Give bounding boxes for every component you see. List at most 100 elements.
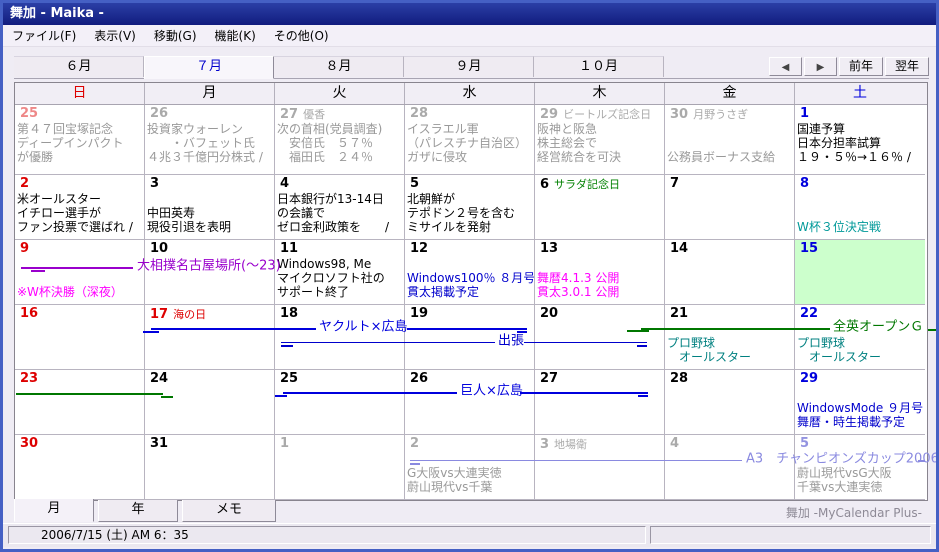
day-number: 1 — [280, 436, 289, 451]
day-cell[interactable]: 12Windows100％ ８月号貫太掲載予定 — [405, 240, 535, 304]
day-cell-header: 10 — [145, 241, 274, 257]
tab-july-selected[interactable]: ７月 — [144, 56, 274, 79]
day-cell[interactable]: 8W杯３位決定戦 — [795, 175, 925, 239]
tab-august[interactable]: ８月 — [274, 56, 404, 77]
day-number: 16 — [20, 306, 38, 321]
event-text: ファン投票で選ばれ / — [15, 220, 144, 234]
day-cell-header: 26 — [145, 106, 274, 122]
event-text: 日本分担率試算 — [795, 136, 925, 150]
day-cell[interactable]: 2G大阪vs大連実徳蔚山現代vs千葉 — [405, 435, 535, 499]
day-cell[interactable]: 2米オールスターイチロー選手がファン投票で選ばれ / — [15, 175, 145, 239]
day-cell[interactable]: 15 — [795, 240, 925, 304]
menu-function[interactable]: 機能(K) — [206, 25, 265, 46]
day-cell[interactable]: 7 — [665, 175, 795, 239]
day-cell[interactable]: 5北朝鮮がテポドン２号を含むミサイルを発射 — [405, 175, 535, 239]
menu-view[interactable]: 表示(V) — [85, 25, 145, 46]
day-cell[interactable]: 23 — [15, 370, 145, 434]
tab-october[interactable]: １０月 — [534, 56, 664, 77]
event-text: 福田氏 ２４％ — [275, 150, 404, 164]
day-cell[interactable]: 16 — [15, 305, 145, 369]
day-cell[interactable]: 27 — [535, 370, 665, 434]
day-cell-header: 27 — [535, 371, 664, 387]
event-text: 蔚山現代vs千葉 — [405, 480, 534, 494]
menu-bar: ファイル(F) 表示(V) 移動(G) 機能(K) その他(O) — [3, 25, 936, 47]
tab-september[interactable]: ９月 — [404, 56, 534, 77]
day-cell[interactable]: 31 — [145, 435, 275, 499]
day-cell[interactable]: 29WindowsMode ９月号舞暦・時生掲載予定 — [795, 370, 925, 434]
event-span-line — [281, 342, 495, 343]
day-cell[interactable]: 4 — [665, 435, 795, 499]
day-cell[interactable]: 5蔚山現代vsG大阪千葉vs大連実徳 — [795, 435, 925, 499]
day-cell[interactable]: 28 — [665, 370, 795, 434]
day-cell[interactable]: 11Windows98, Meマイクロソフト社のサポート終了 — [275, 240, 405, 304]
menu-others[interactable]: その他(O) — [265, 25, 338, 46]
event-text: ガザに侵攻 — [405, 150, 534, 164]
day-cell[interactable]: 4日本銀行が13-14日の会議でゼロ金利政策を / — [275, 175, 405, 239]
day-number: 8 — [800, 176, 809, 191]
day-number: 9 — [20, 241, 29, 256]
day-cell[interactable]: 26投資家ウォーレン ・バフェット氏４兆３千億円分株式 / — [145, 105, 275, 174]
prev-year-button[interactable]: 前年 — [839, 57, 883, 76]
event-text: 公務員ボーナス支給 — [665, 150, 794, 164]
day-cell[interactable]: 26 — [405, 370, 535, 434]
event-text: 日本銀行が13-14日 — [275, 192, 404, 206]
tab-month-view[interactable]: 月 — [14, 499, 94, 522]
month-tab-row: ６月 ７月 ８月 ９月 １０月 ◀ ▶ 前年 翌年 — [14, 56, 929, 79]
tab-june[interactable]: ６月 — [14, 56, 144, 77]
day-cell-header: 23 — [15, 371, 144, 387]
day-cell-header: 3地場衛 — [535, 436, 664, 452]
day-cell[interactable]: 21プロ野球 オールスター — [665, 305, 795, 369]
day-cell[interactable]: 30 — [15, 435, 145, 499]
day-cell[interactable]: 13舞暦4.1.3 公開貫太3.0.1 公開 — [535, 240, 665, 304]
day-number: 15 — [800, 241, 818, 256]
event-text: 舞暦・時生掲載予定 — [795, 415, 925, 429]
day-cell[interactable]: 3地場衛 — [535, 435, 665, 499]
day-cell[interactable]: 17海の日 — [145, 305, 275, 369]
next-year-button[interactable]: 翌年 — [885, 57, 929, 76]
day-number: 20 — [540, 306, 558, 321]
title-bar[interactable]: 舞加 - Maika - — [3, 3, 936, 25]
day-cell[interactable]: 22プロ野球 オールスター — [795, 305, 925, 369]
day-cell[interactable]: 18 — [275, 305, 405, 369]
event-span-line — [520, 392, 648, 394]
day-number: 31 — [150, 436, 168, 451]
day-cell[interactable]: 1国連予算日本分担率試算１９・５％→１６％ / — [795, 105, 925, 174]
event-text — [665, 122, 794, 136]
day-cell[interactable]: 3中田英寿現役引退を表明 — [145, 175, 275, 239]
day-cell[interactable]: 20 — [535, 305, 665, 369]
tab-memo-view[interactable]: メモ — [182, 500, 276, 522]
day-number: 5 — [800, 436, 809, 451]
day-cell-header: 1 — [275, 436, 404, 452]
day-cell[interactable]: 29ビートルズ記念日阪神と阪急株主総会で経営統合を可決 — [535, 105, 665, 174]
day-cell[interactable]: 1 — [275, 435, 405, 499]
menu-move[interactable]: 移動(G) — [145, 25, 206, 46]
calendar-week-row: 25第４７回宝塚記念ディープインパクトが優勝26投資家ウォーレン ・バフェット氏… — [15, 105, 925, 175]
window-title: 舞加 - Maika - — [10, 6, 104, 21]
day-cell[interactable]: 28イスラエル軍（パレスチナ自治区）ガザに侵攻 — [405, 105, 535, 174]
app-brand-text: 舞加 -MyCalendar Plus- — [786, 504, 922, 521]
weekday-header-cell: 土 — [795, 83, 925, 104]
event-text — [405, 452, 534, 466]
day-cell[interactable]: 9※W杯決勝（深夜） — [15, 240, 145, 304]
status-bar: 2006/7/15 (土) AM 6：35 — [3, 523, 936, 547]
day-number: 21 — [670, 306, 688, 321]
event-span-tick — [627, 330, 649, 332]
menu-file[interactable]: ファイル(F) — [3, 25, 85, 46]
day-cell[interactable]: 25 — [275, 370, 405, 434]
day-cell-header: 12 — [405, 241, 534, 257]
event-text: 安倍氏 ５７％ — [275, 136, 404, 150]
day-cell[interactable]: 30月野うさぎ公務員ボーナス支給 — [665, 105, 795, 174]
day-cell-header: 25 — [275, 371, 404, 387]
event-text: 現役引退を表明 — [145, 220, 274, 234]
tab-year-view[interactable]: 年 — [98, 500, 178, 522]
day-cell[interactable]: 14 — [665, 240, 795, 304]
day-cell[interactable]: 27優香次の首相(党員調査) 安倍氏 ５７％ 福田氏 ２４％ — [275, 105, 405, 174]
weekday-header-cell: 木 — [535, 83, 665, 104]
day-cell-header: 30月野うさぎ — [665, 106, 794, 122]
day-cell[interactable]: 25第４７回宝塚記念ディープインパクトが優勝 — [15, 105, 145, 174]
event-text: ディープインパクト — [15, 136, 144, 150]
next-month-button[interactable]: ▶ — [804, 57, 837, 76]
day-cell[interactable]: 24 — [145, 370, 275, 434]
day-cell[interactable]: 6サラダ記念日 — [535, 175, 665, 239]
prev-month-button[interactable]: ◀ — [769, 57, 802, 76]
